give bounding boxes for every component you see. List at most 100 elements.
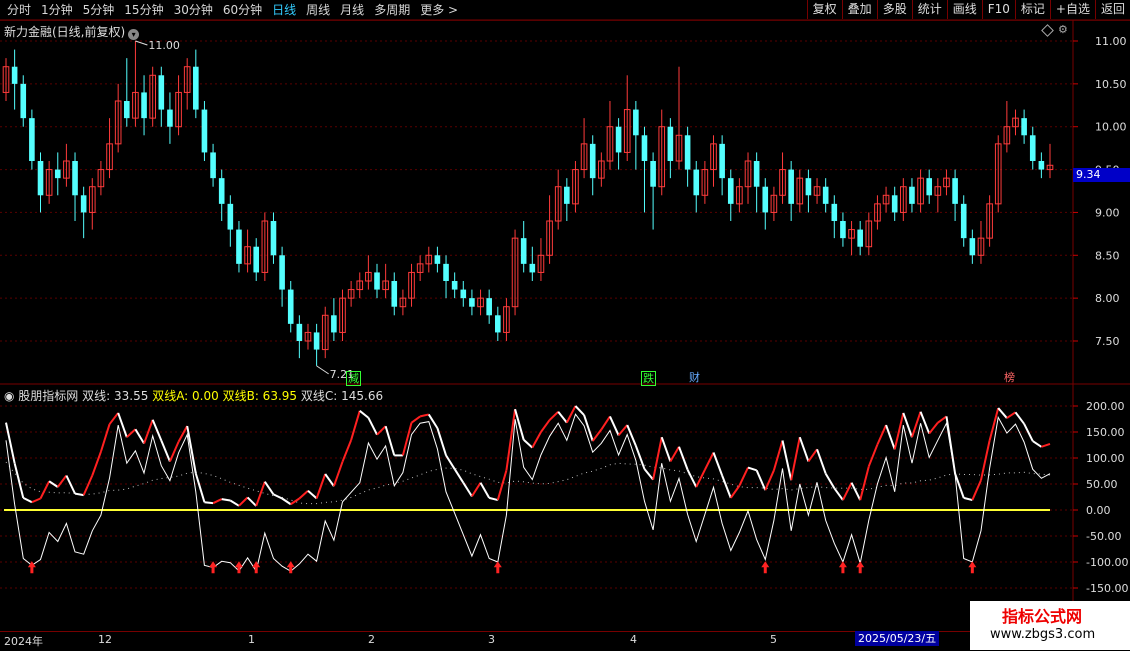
candle-body — [80, 195, 87, 213]
date-label: 12 — [98, 633, 112, 646]
indicator-line-segment — [867, 444, 879, 467]
candle-body — [719, 143, 725, 179]
kline-chart[interactable]: 11.0010.5010.009.509.008.508.007.5011.00… — [0, 0, 1130, 650]
indicator-line-segment — [643, 468, 654, 481]
buy-arrow-icon — [856, 561, 865, 574]
indicator-line-segment — [971, 479, 982, 501]
candle-body — [822, 186, 829, 204]
indicator-line-segment — [790, 437, 801, 481]
event-marker-reduce[interactable]: 减 — [346, 371, 361, 386]
price-tick-label: 9.00 — [1095, 206, 1120, 219]
indicator-line-segment — [712, 452, 724, 476]
max-price-label: 11.00 — [148, 39, 180, 52]
indicator-line-segment — [332, 461, 344, 487]
date-label: 5 — [770, 633, 777, 646]
event-marker-drop[interactable]: 跌 — [641, 371, 656, 386]
indicator-line-segment — [281, 497, 292, 506]
indicator-line-segment — [13, 462, 25, 499]
candle-body — [54, 169, 61, 179]
indicator-line-segment — [540, 419, 551, 433]
candle-body — [684, 135, 691, 170]
candle-body — [857, 229, 863, 247]
indicator-line-segment — [574, 405, 585, 416]
indicator-tick-label: 150.00 — [1086, 426, 1125, 439]
indicator-line-segment — [462, 482, 473, 497]
candle-body — [589, 143, 596, 179]
indicator-line-segment — [885, 424, 896, 450]
candle-body — [123, 101, 130, 119]
indicator-settings-icon[interactable]: ◉ — [4, 389, 18, 403]
indicator-line-segment — [108, 412, 119, 425]
candle-body — [141, 92, 147, 119]
indicator-line-segment — [937, 415, 948, 424]
candle-body — [960, 203, 967, 239]
candle-body — [727, 178, 734, 204]
date-label: 4 — [630, 633, 637, 646]
indicator-line-segment — [445, 454, 456, 470]
indicator-line-segment — [264, 481, 275, 495]
indicator-line-segment — [177, 425, 189, 443]
candle-body — [469, 298, 475, 307]
watermark-title: 指标公式网 — [1002, 607, 1083, 626]
indicator-line-segment — [591, 428, 603, 442]
indicator-line-segment — [876, 424, 887, 445]
indicator-line-segment — [488, 496, 499, 502]
settings-dot-icon[interactable]: ▾ — [128, 29, 140, 40]
indicator-line-segment — [307, 489, 318, 500]
indicator-line-segment — [471, 482, 482, 497]
candle-body — [667, 126, 674, 161]
indicator-line-segment — [523, 439, 533, 449]
indicator-line-c — [5, 413, 1051, 573]
buy-arrow-icon — [252, 561, 261, 574]
candle-body — [891, 195, 898, 213]
indicator-line-segment — [729, 485, 741, 499]
candle-body — [227, 203, 234, 230]
indicator-line-segment — [1032, 440, 1042, 448]
candle-body — [72, 161, 78, 196]
candle-body — [805, 178, 812, 196]
current-price-tag: 9.34 — [1073, 168, 1130, 182]
indicator-tick-label: 200.00 — [1086, 400, 1125, 413]
indicator-value-b: 双线B: 63.95 — [222, 389, 298, 403]
indicator-line-segment — [902, 412, 913, 438]
indicator-line-segment — [151, 419, 163, 441]
date-label: 3 — [488, 633, 495, 646]
candle-body — [909, 186, 915, 204]
event-marker-rank[interactable]: 榜 — [1003, 371, 1016, 384]
indicator-line-segment — [824, 473, 836, 489]
gear-icon[interactable]: ⚙ — [1058, 23, 1068, 36]
indicator-line-segment — [496, 470, 508, 501]
indicator-value-a: 双线A: 0.00 — [152, 389, 219, 403]
price-tick-label: 11.00 — [1095, 35, 1127, 48]
candle-body — [762, 186, 769, 213]
indicator-line-segment — [134, 428, 145, 445]
indicator-line-segment — [557, 411, 568, 424]
indicator-line-segment — [419, 413, 429, 418]
candle-body — [952, 178, 958, 204]
indicator-line-segment — [255, 481, 266, 507]
candle-body — [434, 255, 441, 264]
indicator-line-segment — [626, 424, 637, 447]
indicator-line-segment — [82, 475, 94, 496]
indicator-title[interactable]: ◉ 股朋指标网 双线: 33.55 双线A: 0.00 双线B: 63.95 双… — [4, 387, 383, 404]
candle-body — [520, 238, 527, 264]
indicator-line-segment — [764, 469, 775, 491]
date-label: 2 — [368, 633, 375, 646]
candle-body — [20, 83, 27, 119]
event-marker-finance[interactable]: 财 — [688, 371, 701, 384]
indicator-line-segment — [126, 428, 137, 438]
stock-title[interactable]: 新力金融(日线,前复权) ▾ — [4, 23, 140, 40]
indicator-line-segment — [850, 482, 862, 501]
indicator-line-segment — [65, 475, 76, 495]
indicator-line-segment — [911, 411, 922, 438]
candle-body — [641, 135, 648, 161]
indicator-line-segment — [117, 412, 128, 438]
price-tick-label: 7.50 — [1095, 335, 1120, 348]
candle-body — [494, 315, 501, 333]
indicator-tick-label: 100.00 — [1086, 452, 1125, 465]
candle-body — [37, 161, 44, 196]
date-label: 1 — [248, 633, 255, 646]
buy-arrow-icon — [838, 561, 847, 574]
candle-body — [296, 323, 303, 341]
candle-body — [167, 109, 173, 127]
